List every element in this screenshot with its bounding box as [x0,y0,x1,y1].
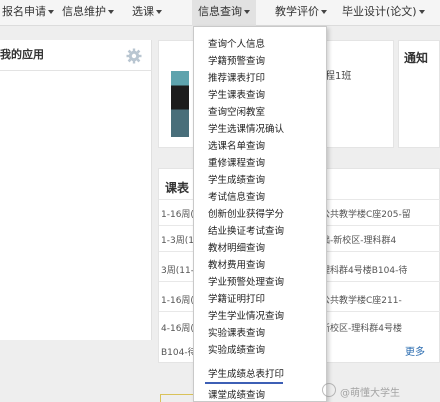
highlight-underline [205,382,283,384]
schedule-cell: 公共教学楼C座211- [321,296,402,306]
schedule-cell: 1-16周( [161,296,194,306]
schedule-cell: 新校区-理科群4号楼 [321,324,402,334]
gear-icon[interactable] [126,48,142,64]
panel-title: 通知 [404,51,429,65]
top-nav-bar: 报名申请 信息维护 选课 信息查询 教学评价 毕业设计(论文) [0,0,440,26]
schedule-cell: B104-待 [161,348,197,358]
weibo-logo-icon [322,383,336,397]
menu-item-free-classroom[interactable]: 查询空闲教室 [194,105,326,120]
caret-down-icon [108,10,114,14]
menu-item-selection-confirm[interactable]: 学生选课情况确认 [194,122,326,137]
watermark: @萌懂大学生 [320,380,440,400]
schedule-cell: 3周(11- [161,266,194,276]
schedule-cell: 1-16周( [161,210,194,220]
menu-item-textbook-details[interactable]: 教材明细查询 [194,241,326,256]
menu-item-status-warning[interactable]: 学籍预警查询 [194,54,326,69]
divider [0,70,152,71]
panel-title: 我的应用 [0,48,44,61]
nav-label: 信息维护 [62,5,106,18]
my-apps-panel: 我的应用 [0,40,152,340]
menu-item-innovation-credits[interactable]: 创新创业获得学分 [194,207,326,222]
caret-down-icon [244,10,250,14]
menu-item-academic-warning[interactable]: 学业预警处理查询 [194,275,326,290]
watermark-text: @萌懂大学生 [340,388,400,399]
menu-item-status-certificate[interactable]: 学籍证明打印 [194,292,326,307]
menu-item-academic-status[interactable]: 学生学业情况查询 [194,309,326,324]
schedule-cell: 理科群4号楼B104-待 [321,266,408,276]
menu-item-retake-courses[interactable]: 重修课程查询 [194,156,326,171]
menu-item-completion-exam[interactable]: 结业换证考试查询 [194,224,326,239]
menu-item-lab-schedule[interactable]: 实验课表查询 [194,326,326,341]
schedule-cell: 1-3周(1 [161,236,194,246]
nav-item-info-maintenance[interactable]: 信息维护 [62,0,114,26]
bottom-tab [160,394,194,402]
nav-item-teaching-evaluation[interactable]: 教学评价 [275,0,327,26]
menu-item-lab-grades[interactable]: 实验成绩查询 [194,343,326,358]
info-query-dropdown-menu: 查询个人信息 学籍预警查询 推荐课表打印 学生课表查询 查询空闲教室 学生选课情… [193,26,327,402]
caret-down-icon [321,10,327,14]
menu-item-transcript-print[interactable]: 学生成绩总表打印 [194,367,326,382]
caret-down-icon [418,10,425,14]
menu-item-class-grades[interactable]: 课堂成绩查询 [194,388,326,401]
menu-item-roster[interactable]: 选课名单查询 [194,139,326,154]
schedule-cell: 础-新校区-理科群4 [321,236,397,246]
nav-label: 报名申请 [2,5,46,18]
nav-label: 教学评价 [275,5,319,18]
menu-item-student-schedule[interactable]: 学生课表查询 [194,88,326,103]
nav-item-graduation-thesis[interactable]: 毕业设计(论文) [342,0,425,26]
nav-item-course-selection[interactable]: 选课 [132,0,162,26]
menu-item-personal-info[interactable]: 查询个人信息 [194,37,326,52]
class-name: 程1班 [325,71,352,82]
nav-label: 毕业设计(论文) [342,5,417,18]
menu-item-recommended-schedule[interactable]: 推荐课表打印 [194,71,326,86]
nav-label: 选课 [132,5,154,18]
schedule-cell: 公共教学楼C座205-留 [321,210,411,220]
menu-item-textbook-fees[interactable]: 教材费用查询 [194,258,326,273]
panel-title: 课表 [165,181,190,195]
schedule-cell: 4-16周( [161,324,194,334]
notice-panel: 通知 [398,40,440,148]
more-link[interactable]: 更多 [405,343,425,358]
caret-down-icon [156,10,162,14]
nav-item-registration[interactable]: 报名申请 [2,0,54,26]
menu-item-exam-info[interactable]: 考试信息查询 [194,190,326,205]
caret-down-icon [48,10,54,14]
student-photo [171,71,189,137]
nav-item-info-query[interactable]: 信息查询 [192,0,256,26]
menu-item-grades[interactable]: 学生成绩查询 [194,173,326,188]
nav-label: 信息查询 [198,5,242,18]
